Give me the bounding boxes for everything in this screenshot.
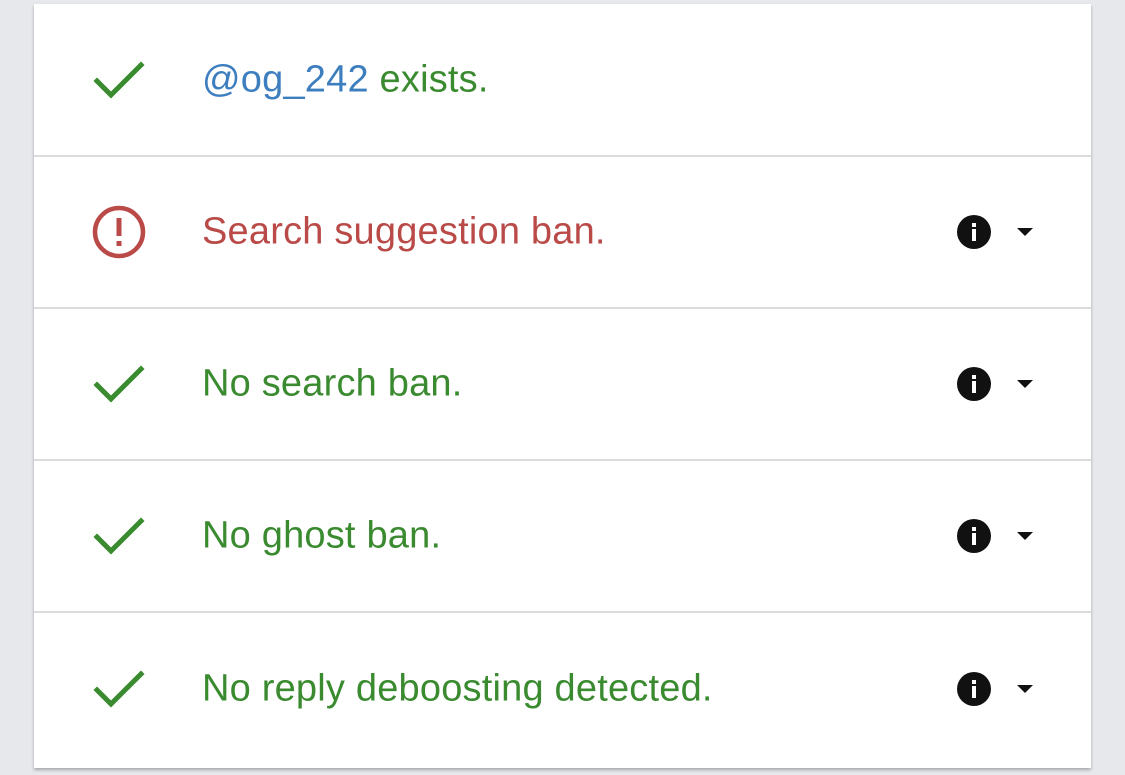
- result-label: No search ban.: [202, 362, 463, 405]
- chevron-down-icon[interactable]: [1014, 529, 1036, 543]
- info-icon[interactable]: [956, 214, 992, 250]
- chevron-down-icon[interactable]: [1014, 682, 1036, 696]
- results-card: @og_242 exists. Search suggestion ban. N…: [34, 4, 1091, 768]
- result-row-exists: @og_242 exists.: [34, 4, 1091, 157]
- chevron-down-icon[interactable]: [1014, 377, 1036, 391]
- result-label: No ghost ban.: [202, 514, 442, 557]
- result-row-ghost-ban: No ghost ban.: [34, 461, 1091, 613]
- result-row-search-ban: No search ban.: [34, 309, 1091, 461]
- check-icon: [90, 51, 148, 109]
- chevron-down-icon[interactable]: [1014, 225, 1036, 239]
- result-row-search-suggestion: Search suggestion ban.: [34, 157, 1091, 309]
- check-icon: [90, 355, 148, 413]
- result-label: @og_242 exists.: [202, 58, 489, 100]
- alert-circle-icon: [90, 203, 148, 261]
- result-row-reply-deboosting: No reply deboosting detected.: [34, 613, 1091, 765]
- info-icon[interactable]: [956, 671, 992, 707]
- info-icon[interactable]: [956, 366, 992, 402]
- info-icon[interactable]: [956, 518, 992, 554]
- result-label: No reply deboosting detected.: [202, 667, 713, 710]
- check-icon: [90, 507, 148, 565]
- result-label: Search suggestion ban.: [202, 210, 606, 253]
- check-icon: [90, 660, 148, 718]
- account-handle-link[interactable]: @og_242: [202, 58, 369, 100]
